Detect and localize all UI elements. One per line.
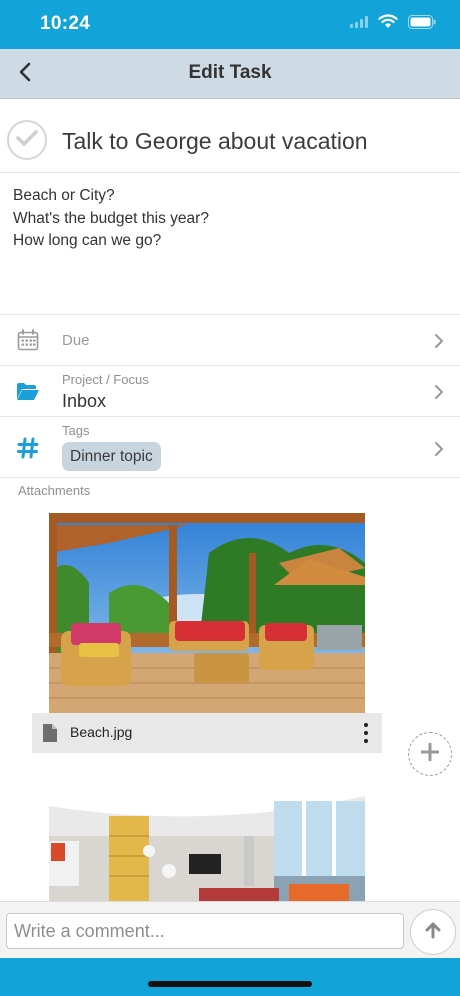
hashtag-icon xyxy=(16,436,40,460)
home-indicator[interactable] xyxy=(148,981,312,987)
attachment-file-bar: Beach.jpg xyxy=(32,713,382,753)
more-options-button[interactable] xyxy=(360,723,372,743)
comment-bar xyxy=(0,901,460,959)
status-time: 10:24 xyxy=(40,13,91,34)
attachment-file-name: Beach.jpg xyxy=(70,724,133,740)
bottom-bar xyxy=(0,958,460,996)
plus-icon xyxy=(420,742,440,766)
status-icons xyxy=(350,14,436,34)
tags-label: Tags xyxy=(62,423,90,438)
chevron-right-icon xyxy=(434,382,446,402)
project-row[interactable]: Project / Focus Inbox xyxy=(0,365,460,417)
project-value: Inbox xyxy=(62,391,107,411)
task-title[interactable]: Talk to George about vacation xyxy=(62,128,368,155)
checkmark-icon xyxy=(16,129,38,152)
wifi-icon xyxy=(378,14,398,34)
comment-input[interactable] xyxy=(6,913,404,949)
task-notes[interactable]: Beach or City? What's the budget this ye… xyxy=(13,185,443,253)
calendar-icon xyxy=(16,328,40,352)
send-button[interactable] xyxy=(410,909,456,955)
folder-open-icon xyxy=(16,380,40,404)
status-bar: 10:24 xyxy=(0,0,460,49)
due-placeholder: Due xyxy=(62,332,90,349)
signal-icon xyxy=(350,15,368,33)
project-label: Project / Focus xyxy=(62,372,149,387)
task-title-row: Talk to George about vacation xyxy=(0,110,460,173)
attachments-label: Attachments xyxy=(18,483,91,498)
tag-chip[interactable]: Dinner topic xyxy=(62,442,161,471)
file-icon xyxy=(42,723,58,748)
chevron-right-icon xyxy=(434,331,446,351)
battery-icon xyxy=(408,14,436,34)
complete-checkbox[interactable] xyxy=(7,120,47,160)
attachment-image-interior[interactable] xyxy=(49,776,365,901)
tags-row[interactable]: Tags Dinner topic xyxy=(0,416,460,478)
navbar: Edit Task xyxy=(0,49,460,99)
page-title: Edit Task xyxy=(188,62,272,83)
divider xyxy=(0,477,460,478)
notes-line: How long can we go? xyxy=(13,232,162,249)
arrow-up-icon xyxy=(424,921,442,944)
add-attachment-button[interactable] xyxy=(408,732,452,776)
notes-line: What's the budget this year? xyxy=(13,209,209,227)
due-row[interactable]: Due xyxy=(0,314,460,366)
attachment-image-patio[interactable] xyxy=(49,513,365,713)
chevron-right-icon xyxy=(434,439,446,459)
notes-line: Beach or City? xyxy=(13,187,115,204)
